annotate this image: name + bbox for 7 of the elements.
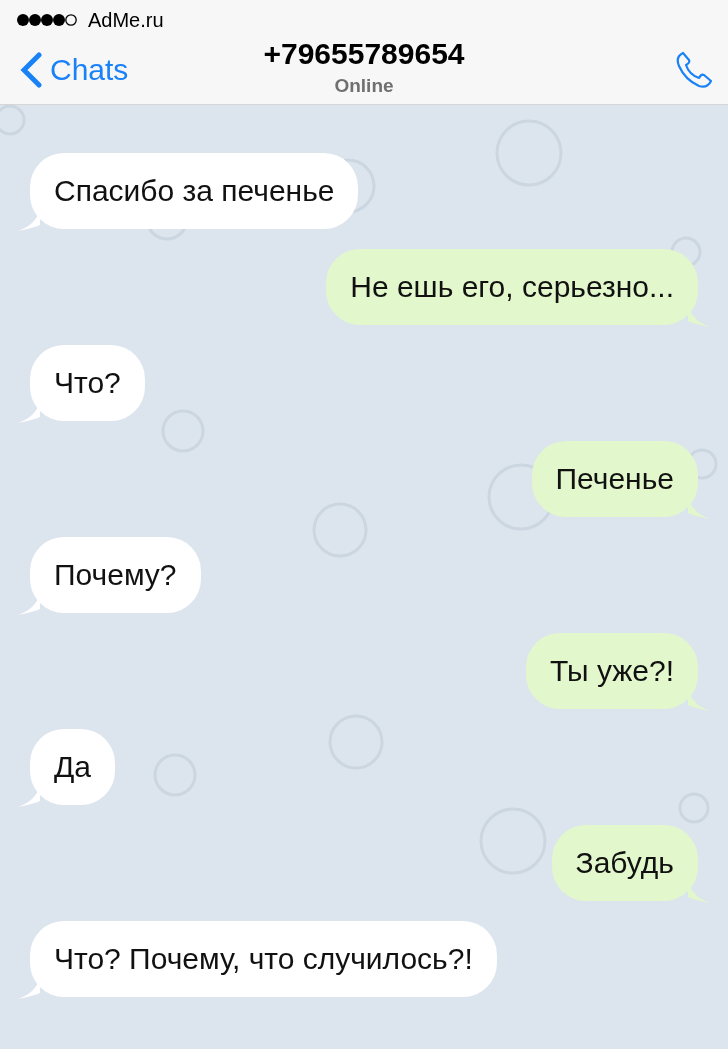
chevron-icon bbox=[20, 52, 42, 88]
phone-icon[interactable] bbox=[674, 50, 714, 90]
back-button[interactable]: Chats bbox=[20, 52, 129, 88]
contact-title: +79655789654 bbox=[263, 37, 465, 71]
carrier-name: AdMe.ru bbox=[88, 8, 164, 32]
online-status: Online bbox=[334, 75, 394, 97]
signal-icon bbox=[16, 13, 78, 27]
